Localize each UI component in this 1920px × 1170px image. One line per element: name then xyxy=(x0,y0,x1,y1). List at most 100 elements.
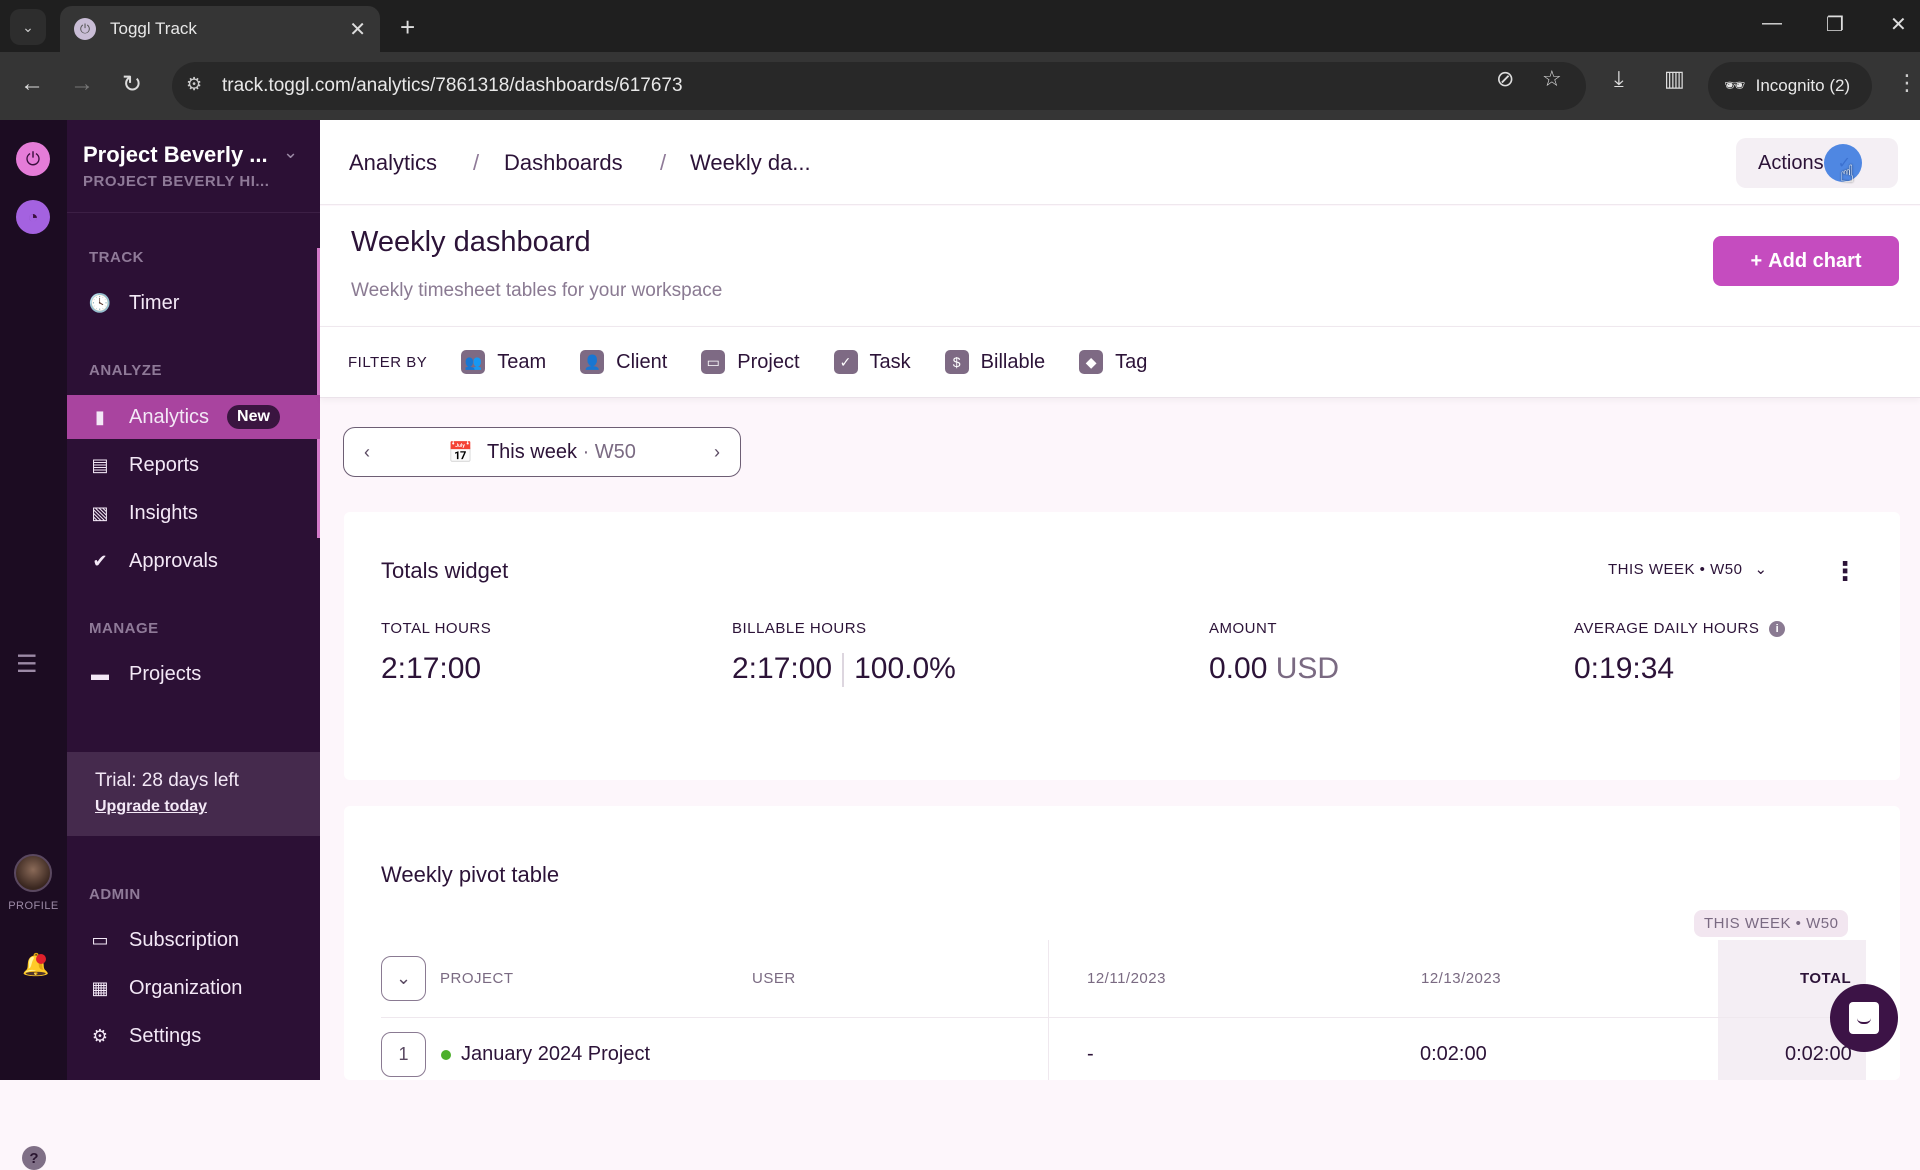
tab-search-button[interactable]: ⌄ xyxy=(10,9,46,45)
back-icon[interactable]: ← xyxy=(20,70,44,98)
filter-label: Team xyxy=(497,350,547,373)
sidebar-item-organization[interactable]: ▦ Organization xyxy=(67,966,320,1010)
column-header-date-1[interactable]: 12/11/2023 xyxy=(1087,970,1166,987)
main-content: Analytics / Dashboards / Weekly da... Ac… xyxy=(320,120,1920,1080)
week-label: This week xyxy=(486,440,577,463)
sidebar-item-projects[interactable]: ▬ Projects xyxy=(67,652,320,696)
row-index-button[interactable]: 1 xyxy=(381,1032,426,1077)
forward-icon[interactable]: → xyxy=(70,70,94,98)
pivot-table-title: Weekly pivot table xyxy=(381,862,560,887)
close-window-icon[interactable]: ✕ xyxy=(1890,12,1907,37)
column-header-project[interactable]: PROJECT xyxy=(440,970,514,987)
minimize-icon[interactable]: — xyxy=(1762,12,1782,35)
page-subtitle: Weekly timesheet tables for your workspa… xyxy=(351,280,723,301)
filter-tag[interactable]: ◆ Tag xyxy=(1079,350,1147,374)
date-2-cell: 0:02:00 xyxy=(1420,1043,1487,1065)
sidebar-item-label: Organization xyxy=(129,976,243,999)
column-header-date-2[interactable]: 12/13/2023 xyxy=(1421,970,1501,987)
trial-text: Trial: 28 days left xyxy=(95,770,239,791)
next-week-icon[interactable]: › xyxy=(714,442,720,463)
sidebar-item-label: Reports xyxy=(129,453,200,476)
client-icon: 👤 xyxy=(580,350,605,374)
info-icon[interactable]: i xyxy=(1769,621,1786,638)
folder-icon: ▬ xyxy=(91,663,109,684)
sidebar-item-label: Analytics xyxy=(129,405,210,428)
chat-support-button[interactable] xyxy=(1830,984,1898,1052)
task-check-icon: ✓ xyxy=(833,350,858,374)
sidebar-item-analytics[interactable]: ▮ Analytics New xyxy=(67,395,320,439)
filter-billable[interactable]: $ Billable xyxy=(944,350,1045,374)
side-panel-icon[interactable]: ▥ xyxy=(1664,66,1685,92)
project-cell: January 2024 Project xyxy=(441,1043,650,1066)
sidebar-item-label: Timer xyxy=(129,291,180,314)
workspace-chevron-icon[interactable]: ⌄ xyxy=(283,142,298,163)
project-folder-icon: ▭ xyxy=(701,350,726,374)
browser-menu-icon[interactable]: ⋮ xyxy=(1896,70,1918,96)
breadcrumb-separator: / xyxy=(660,150,667,175)
workspace-title[interactable]: Project Beverly ... xyxy=(83,142,268,168)
section-label-track: TRACK xyxy=(89,249,144,266)
expand-all-button[interactable]: ⌄ xyxy=(381,956,426,1001)
incognito-icon: 🕶 xyxy=(1724,76,1746,95)
dollar-icon: $ xyxy=(944,350,969,374)
filter-task[interactable]: ✓ Task xyxy=(833,350,911,374)
filter-client[interactable]: 👤 Client xyxy=(580,350,667,374)
browser-tab[interactable]: ⏻ Toggl Track ✕ xyxy=(60,6,380,52)
track-app-icon[interactable]: ⏻ xyxy=(16,142,50,176)
actions-button[interactable]: Actions ✓ xyxy=(1736,138,1898,188)
breadcrumb-current: Weekly da... xyxy=(690,150,811,175)
plus-icon: + xyxy=(1750,249,1763,272)
filter-team[interactable]: 👥 Team xyxy=(461,350,546,374)
pivot-table-card xyxy=(344,806,1900,1080)
plan-app-icon[interactable]: ◔ xyxy=(16,200,50,234)
restore-icon[interactable]: ❐ xyxy=(1826,12,1844,37)
billable-hours: 2:17:00 xyxy=(732,652,833,685)
sidebar-item-timer[interactable]: 🕓 Timer xyxy=(67,281,320,325)
avatar[interactable] xyxy=(14,854,52,892)
project-name: January 2024 Project xyxy=(461,1043,651,1065)
total-cell: 0:02:00 xyxy=(1785,1043,1852,1065)
sidebar-item-approvals[interactable]: ✔ Approvals xyxy=(67,539,320,583)
sidebar-item-label: Approvals xyxy=(129,549,218,572)
sidebar-item-label: Projects xyxy=(129,662,202,685)
page-header: Weekly dashboard Weekly timesheet tables… xyxy=(320,206,1920,326)
widget-menu-icon[interactable]: ⋮ xyxy=(1832,556,1858,587)
chevron-down-icon: ⌄ xyxy=(1754,561,1768,578)
filter-project[interactable]: ▭ Project xyxy=(701,350,800,374)
sidebar-item-settings[interactable]: ⚙ Settings xyxy=(67,1014,320,1058)
workspace-subtitle: PROJECT BEVERLY HI... xyxy=(83,173,270,190)
column-header-total[interactable]: TOTAL xyxy=(1800,970,1851,987)
add-chart-button[interactable]: + Add chart xyxy=(1713,236,1899,286)
average-daily-text: AVERAGE DAILY HOURS xyxy=(1574,620,1760,637)
upgrade-link[interactable]: Upgrade today xyxy=(95,798,320,816)
site-settings-icon[interactable]: ⚙ xyxy=(186,74,202,95)
collapse-sidebar-icon[interactable]: ☰ xyxy=(16,650,38,679)
breadcrumb-dashboards[interactable]: Dashboards xyxy=(504,150,623,176)
eye-off-icon[interactable]: ⊘ xyxy=(1496,66,1514,92)
sidebar-item-insights[interactable]: ▧ Insights xyxy=(67,491,320,535)
billable-hours-label: BILLABLE HOURS xyxy=(732,620,867,637)
row-divider xyxy=(381,1017,1866,1018)
download-icon[interactable]: ⤓ xyxy=(1614,66,1624,92)
star-icon[interactable]: ☆ xyxy=(1542,66,1562,92)
total-hours-value: 2:17:00 xyxy=(381,652,482,685)
period-select[interactable]: THIS WEEK • W50 ⌄ xyxy=(1608,560,1768,579)
sidebar-item-reports[interactable]: ▤ Reports xyxy=(67,443,320,487)
amount-value: 0.00 USD xyxy=(1209,652,1339,686)
reload-icon[interactable]: ↻ xyxy=(122,70,142,99)
address-bar[interactable]: ⚙ track.toggl.com/analytics/7861318/dash… xyxy=(172,62,1586,110)
week-picker[interactable]: ‹ 📅 This week · W50 › xyxy=(343,427,741,477)
column-divider xyxy=(1048,940,1049,1080)
sidebar-item-subscription[interactable]: ▭ Subscription xyxy=(67,918,320,962)
help-icon[interactable]: ? xyxy=(22,1146,46,1170)
column-header-user[interactable]: USER xyxy=(752,970,796,987)
section-label-analyze: ANALYZE xyxy=(89,362,162,379)
new-tab-button[interactable]: + xyxy=(400,12,415,43)
pivot-period-tag: THIS WEEK • W50 xyxy=(1694,910,1849,937)
breadcrumb-analytics[interactable]: Analytics xyxy=(349,150,437,176)
report-icon: ▤ xyxy=(91,454,109,475)
incognito-indicator[interactable]: 🕶 Incognito (2) xyxy=(1708,62,1872,110)
billable-hours-value: 2:17:00 100.0% xyxy=(732,652,956,688)
close-tab-icon[interactable]: ✕ xyxy=(349,17,366,42)
sidebar-item-label: Subscription xyxy=(129,928,240,951)
